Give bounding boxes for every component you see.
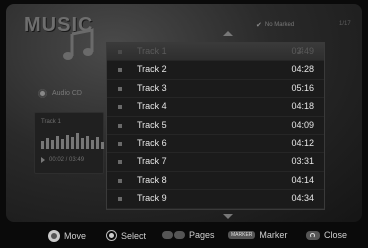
track-row-5[interactable]: Track 5 04:09 — [107, 117, 324, 135]
track-name: Track 9 — [137, 193, 167, 204]
select-button-icon — [106, 230, 117, 241]
play-icon — [41, 157, 45, 163]
track-duration: 04:12 — [291, 137, 314, 148]
source-label: Audio CD — [52, 90, 82, 97]
bullet-icon — [118, 86, 122, 91]
bullet-icon — [118, 50, 122, 54]
track-row-1[interactable]: Track 1 ♫ 03:49 — [107, 43, 324, 62]
track-name: Track 5 — [137, 119, 167, 130]
track-name: Track 1 — [137, 46, 167, 56]
disc-icon — [38, 89, 47, 98]
page-count: 1/17 — [339, 21, 351, 27]
music-notes-icon — [63, 28, 94, 60]
track-duration: 04:09 — [291, 119, 314, 130]
close-label: Close — [324, 230, 348, 240]
track-duration: 04:34 — [291, 193, 314, 204]
equalizer-icon — [41, 131, 104, 149]
track-name: Track 7 — [137, 156, 167, 167]
track-name: Track 3 — [137, 82, 167, 93]
bullet-icon — [118, 197, 122, 202]
track-name: Track 2 — [137, 64, 167, 75]
close-hint: Close — [306, 230, 347, 240]
track-duration: 04:28 — [291, 64, 314, 75]
dpad-icon — [48, 230, 60, 242]
music-screen: MUSIC Audio CD Track 1 00:02 / 03:49 ✔ N… — [6, 4, 362, 222]
pages-hint: Pages — [162, 230, 215, 240]
track-row-3[interactable]: Track 3 05:16 — [107, 80, 324, 99]
now-playing-track: Track 1 — [41, 119, 61, 125]
check-icon: ✔ — [256, 22, 262, 29]
track-row-2[interactable]: Track 2 04:28 — [107, 61, 324, 80]
track-row-8[interactable]: Track 8 04:14 — [107, 172, 324, 191]
footer-hints: Move Select Pages MARKER Marker Close — [0, 228, 368, 248]
track-row-9[interactable]: Track 9 04:34 — [107, 190, 324, 209]
page-keys-icon — [162, 231, 185, 239]
track-duration: 03:31 — [291, 156, 314, 167]
now-playing-panel: Track 1 00:02 / 03:49 — [34, 112, 104, 174]
scroll-down-icon[interactable] — [223, 214, 233, 219]
track-row-7[interactable]: Track 7 03:31 — [107, 153, 324, 172]
scroll-up-icon[interactable] — [223, 31, 233, 36]
bullet-icon — [118, 68, 122, 73]
select-hint: Select — [106, 230, 146, 241]
track-duration: 04:18 — [291, 101, 314, 112]
track-duration: 03:49 — [291, 46, 314, 56]
track-duration: 04:14 — [291, 174, 314, 185]
playback-time-row: 00:02 / 03:49 — [41, 157, 84, 163]
marked-label: No Marked — [264, 22, 295, 28]
marked-status: ✔ No Marked — [256, 21, 294, 29]
track-name: Track 8 — [137, 174, 167, 185]
playback-time: 00:02 / 03:49 — [49, 157, 85, 163]
track-row-6[interactable]: Track 6 04:12 — [107, 135, 324, 154]
track-duration: 05:16 — [291, 82, 314, 93]
bullet-icon — [118, 105, 122, 110]
bullet-icon — [118, 141, 122, 146]
source-indicator: Audio CD — [38, 89, 82, 98]
return-icon — [306, 230, 320, 240]
bullet-icon — [118, 178, 122, 183]
bullet-icon — [118, 123, 122, 128]
marker-label: Marker — [259, 230, 288, 240]
track-name: Track 4 — [137, 101, 167, 112]
select-label: Select — [121, 230, 147, 241]
pages-label: Pages — [189, 230, 215, 240]
track-list: Track 1 ♫ 03:49 Track 2 04:28 Track 3 05… — [106, 42, 325, 210]
marker-hint: MARKER Marker — [228, 230, 287, 240]
bullet-icon — [118, 160, 122, 165]
track-name: Track 6 — [137, 137, 167, 148]
move-hint: Move — [48, 230, 86, 242]
marker-key-icon: MARKER — [228, 231, 256, 239]
track-row-4[interactable]: Track 4 04:18 — [107, 98, 324, 117]
move-label: Move — [64, 231, 87, 241]
